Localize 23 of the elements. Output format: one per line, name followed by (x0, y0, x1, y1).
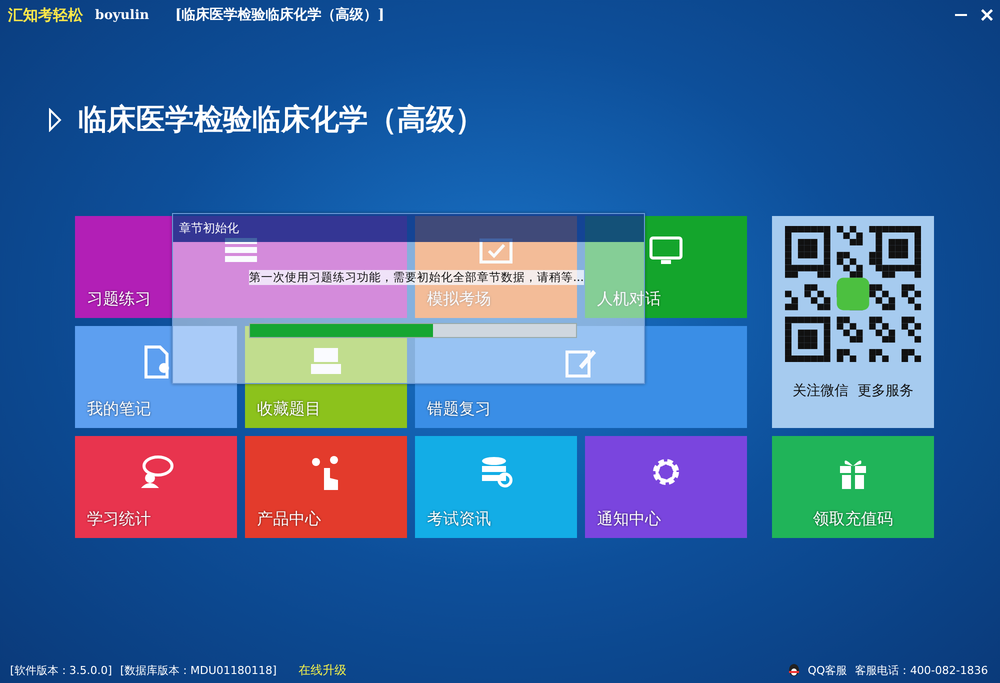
arrow-icon (48, 108, 62, 132)
qr-caption: 关注微信 更多服务 (792, 382, 914, 400)
page-title: 临床医学检验临床化学（高级） (78, 101, 484, 138)
menu-tile[interactable]: 我的笔记 (75, 326, 237, 428)
upgrade-link[interactable]: 在线升级 (298, 662, 347, 678)
dialog-message: 第一次使用习题练习功能，需要初始化全部章节数据，请稍等... (249, 270, 584, 285)
window-title: [临床医学检验临床化学（高级）] (175, 6, 384, 24)
hotline: 客服电话：400-082-1836 (855, 662, 988, 678)
menu-tile[interactable]: 考试资讯 (415, 436, 577, 538)
close-icon (980, 8, 994, 22)
menu-tile[interactable]: 学习统计 (75, 436, 237, 538)
menu-tile[interactable]: 领取充值码 (772, 436, 934, 538)
menu-tile[interactable]: 通知中心 (585, 436, 747, 538)
menu-tile[interactable]: 错题复习 (415, 326, 747, 428)
menu-tile[interactable]: 产品中心 (245, 436, 407, 538)
qq-service-link[interactable]: QQ客服 (808, 662, 848, 678)
database-version: [数据库版本：MDU01180118] (120, 662, 277, 678)
user-name: boyulin (95, 8, 150, 22)
app-name: 汇知考轻松 (8, 6, 83, 24)
qr-code-icon (785, 226, 921, 362)
dialog-title: 章节初始化 (173, 214, 644, 242)
penguin-icon (788, 663, 800, 677)
software-version: [软件版本：3.5.0.0] (10, 662, 112, 678)
